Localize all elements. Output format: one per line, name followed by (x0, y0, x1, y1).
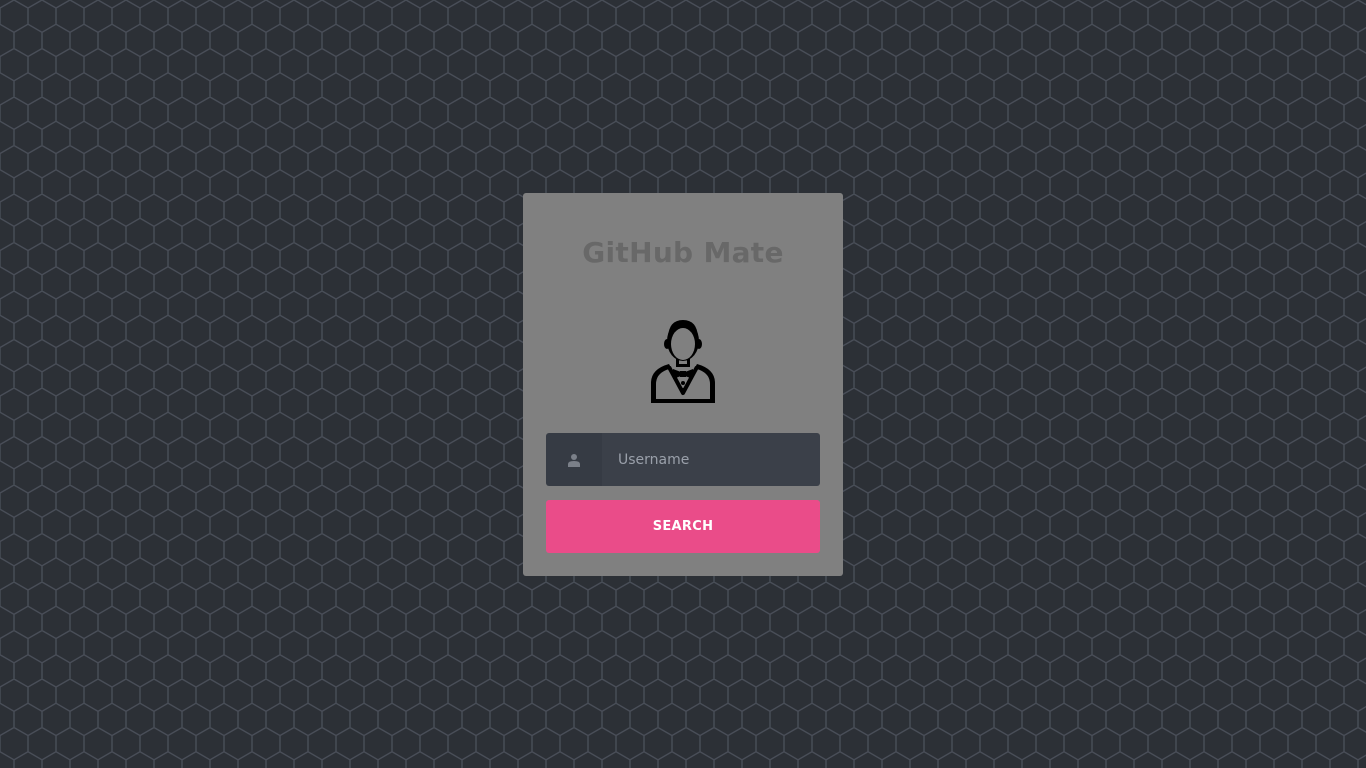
search-button[interactable]: SEARCH (546, 500, 820, 553)
username-input[interactable] (602, 433, 820, 486)
username-input-group[interactable] (546, 433, 820, 486)
search-card: GitHub Mate SEARCH (523, 193, 843, 576)
user-icon (546, 433, 602, 486)
app-title: GitHub Mate (582, 236, 784, 269)
butler-user-icon (651, 320, 715, 403)
